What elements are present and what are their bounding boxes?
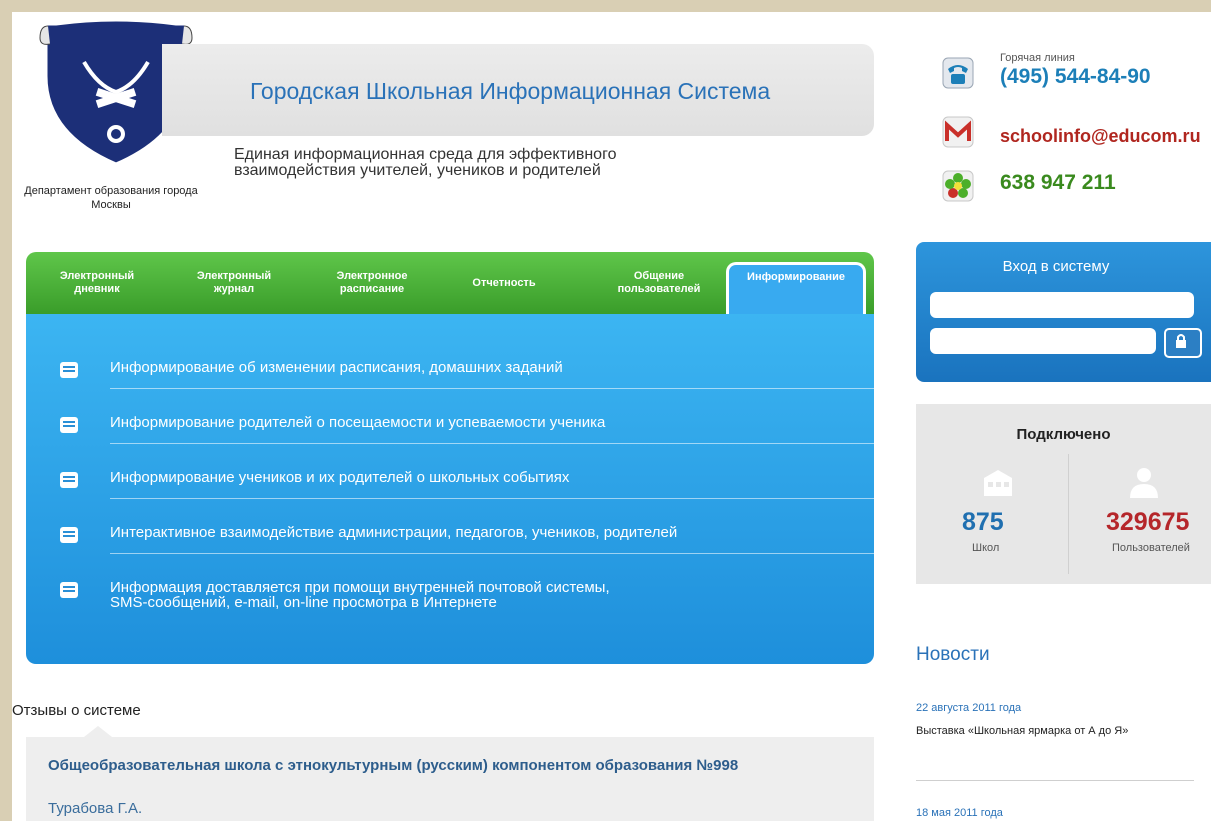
review-school-link[interactable]: Общеобразовательная школа с этнокультурн… <box>48 757 828 774</box>
hotline-phone[interactable]: (495) 544-84-90 <box>1000 65 1151 89</box>
news-date: 22 августа 2011 года <box>916 702 1022 714</box>
divider <box>110 443 890 444</box>
main-tabs: Электронный дневник Электронный журнал Э… <box>26 252 874 314</box>
review-author: Турабова Г.А. <box>48 800 143 817</box>
school-building-icon <box>984 470 1012 496</box>
list-bullet-icon <box>60 362 78 378</box>
login-heading: Вход в систему <box>1002 258 1110 275</box>
page: Департамент образования города Москвы Го… <box>12 12 1211 821</box>
list-item-text: Информирование учеников и их родителей о… <box>110 469 570 486</box>
review-card: Общеобразовательная школа с этнокультурн… <box>26 726 874 821</box>
stats-heading: Подключено <box>1016 426 1111 443</box>
tab-electronic-journal[interactable]: Электронный журнал <box>174 252 294 314</box>
subtitle-line-1: Единая информационная среда для эффектив… <box>234 146 617 163</box>
schools-count: 875 <box>962 508 1004 536</box>
icq-number[interactable]: 638 947 211 <box>1000 171 1116 195</box>
list-bullet-icon <box>60 582 78 598</box>
login-box: Вход в систему <box>916 242 1211 382</box>
login-field[interactable] <box>930 292 1194 318</box>
tab-electronic-diary[interactable]: Электронный дневник <box>42 252 152 314</box>
tab-informing[interactable]: Информирование <box>726 262 866 314</box>
connected-stats: Подключено 875 Школ 329675 Пользователей <box>916 404 1211 584</box>
site-title: Городская Школьная Информационная Систем… <box>250 78 771 104</box>
lock-icon <box>1176 334 1186 348</box>
user-icon <box>1130 468 1158 498</box>
phone-icon <box>942 57 974 89</box>
subtitle-line-2: взаимодействия учителей, учеников и роди… <box>234 162 601 179</box>
site-subtitle: Единая информационная среда для эффектив… <box>234 147 616 179</box>
list-item-text: Информация доставляется при помощи внутр… <box>110 579 610 611</box>
divider <box>110 498 890 499</box>
divider <box>916 780 1194 781</box>
list-item-text: Информирование об изменении расписания, … <box>110 359 563 376</box>
reviews-heading: Отзывы о системе <box>12 702 141 719</box>
list-bullet-icon <box>60 417 78 433</box>
news-heading: Новости <box>916 644 990 665</box>
divider <box>110 388 890 389</box>
department-label: Департамент образования города Москвы <box>24 185 198 211</box>
tab-electronic-schedule[interactable]: Электронное расписание <box>310 252 434 314</box>
mail-icon <box>942 116 974 148</box>
informing-panel: Информирование об изменении расписания, … <box>26 314 890 664</box>
tab-user-communication[interactable]: Общение пользователей <box>594 252 724 314</box>
divider <box>110 553 890 554</box>
news-item-link[interactable]: Выставка «Школьная ярмарка от А до Я» <box>916 724 1146 738</box>
list-item-text: Информирование родителей о посещаемости … <box>110 414 606 431</box>
users-label: Пользователей <box>1112 542 1190 554</box>
list-bullet-icon <box>60 527 78 543</box>
icq-icon <box>942 170 974 202</box>
users-count: 329675 <box>1106 508 1190 536</box>
news-date: 18 мая 2011 года <box>916 807 1003 819</box>
hotline-label: Горячая линия <box>1000 52 1075 64</box>
list-item-text: Интерактивное взаимодействие администрац… <box>110 524 678 541</box>
login-submit-button[interactable] <box>1164 328 1202 358</box>
list-bullet-icon <box>60 472 78 488</box>
divider <box>1068 454 1069 574</box>
tab-reports[interactable]: Отчетность <box>454 252 554 314</box>
password-field[interactable] <box>930 328 1156 354</box>
email-link[interactable]: schoolinfo@educom.ru <box>1000 126 1201 147</box>
schools-label: Школ <box>972 542 1000 554</box>
